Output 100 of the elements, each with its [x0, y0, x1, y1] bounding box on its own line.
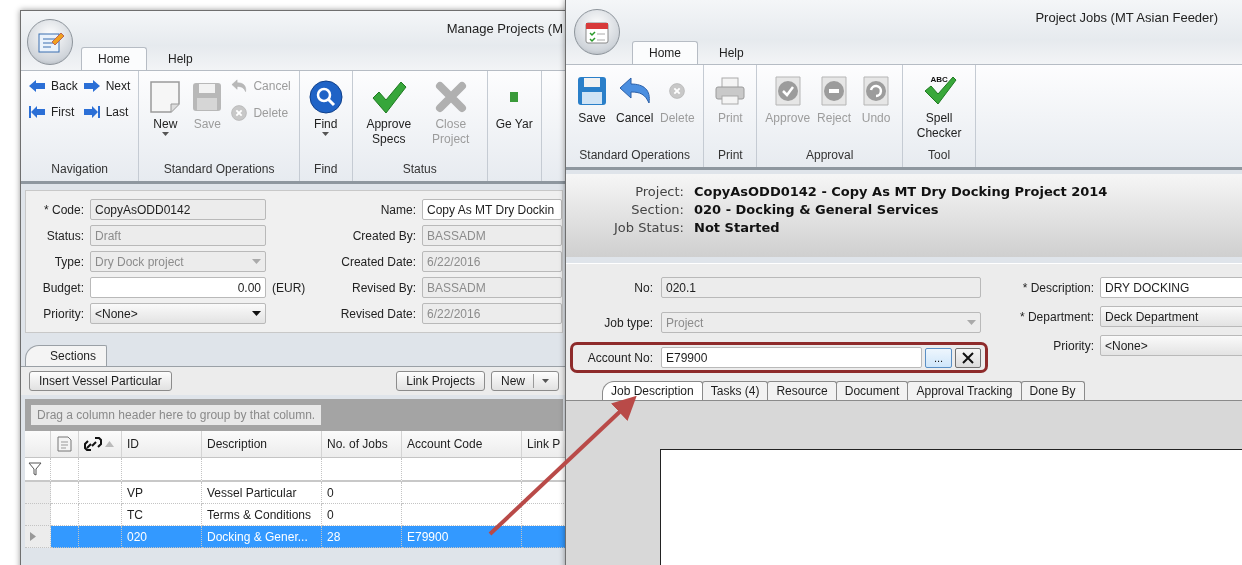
filter-cell[interactable] — [79, 458, 122, 482]
dropdown-field[interactable]: Deck Department — [1100, 306, 1242, 327]
field-label: Name: — [379, 202, 416, 217]
info-value: CopyAsODD0142 - Copy As MT Dry Docking Project 2014 — [694, 184, 1109, 199]
field-label: * Description: — [1021, 280, 1094, 295]
filter-cell[interactable] — [51, 458, 79, 482]
detail-tab[interactable]: Approval Tracking — [907, 381, 1022, 400]
ribbon-tab[interactable]: Home — [632, 41, 698, 64]
info-label: Job Status: — [612, 220, 684, 235]
table-cell[interactable]: TC — [122, 504, 202, 526]
column-header[interactable]: Link P — [522, 431, 567, 458]
circle-x-icon — [669, 83, 686, 99]
ribbon-button[interactable]: ABC Spell Checker — [911, 71, 968, 141]
detail-tab[interactable]: Resource — [767, 381, 837, 400]
input-field: Draft — [90, 225, 266, 246]
detail-tab[interactable]: Done By — [1020, 381, 1085, 400]
group-label: Find — [313, 161, 339, 178]
ribbon-button[interactable]: Next — [83, 79, 131, 93]
filter-cell[interactable] — [25, 458, 51, 482]
ribbon-button[interactable]: First — [29, 105, 78, 119]
ribbon-button[interactable]: Last — [83, 105, 131, 119]
ribbon-button[interactable]: Approve Specs — [360, 77, 417, 147]
dropdown-arrow-icon — [252, 259, 261, 264]
field-label: Status: — [45, 228, 84, 243]
browse-button[interactable]: ... — [924, 347, 953, 368]
detail-tab[interactable]: Job Description — [602, 381, 703, 400]
table-cell[interactable]: Vessel Particular — [202, 482, 322, 504]
circle-x-icon — [231, 105, 248, 121]
sections-tab[interactable]: Sections — [25, 345, 108, 366]
group-label: Approval — [805, 147, 855, 164]
arrow-right-icon — [83, 80, 100, 92]
ribbon-tab[interactable]: Home — [81, 47, 147, 70]
table-cell[interactable]: 0 — [322, 504, 402, 526]
clear-button[interactable] — [955, 347, 981, 368]
field-label: Priority: — [42, 306, 84, 321]
ribbon-button[interactable]: Find — [307, 77, 344, 136]
dropdown-arrow-icon — [252, 311, 261, 316]
table-cell — [79, 482, 122, 504]
group-label: Standard Operations — [578, 147, 692, 164]
check-mark-icon — [370, 80, 407, 114]
field-label: Budget: — [41, 280, 84, 295]
field-label: Job type: — [603, 315, 653, 330]
detail-tab[interactable]: Tasks (4) — [701, 381, 769, 400]
header-cell[interactable] — [79, 431, 122, 458]
table-cell[interactable]: Terms & Conditions — [202, 504, 322, 526]
column-header[interactable]: No. of Jobs — [322, 431, 402, 458]
field-label: Created Date: — [340, 254, 416, 269]
input-field[interactable]: 0.00 — [90, 277, 266, 298]
group-by-hint: Drag a column header here to group by that column. — [31, 405, 322, 425]
field-label: Account No: — [586, 350, 653, 365]
table-cell[interactable]: VP — [122, 482, 202, 504]
header-cell[interactable] — [51, 431, 79, 458]
table-cell[interactable] — [402, 482, 522, 504]
table-cell[interactable] — [402, 504, 522, 526]
partial-icon — [510, 92, 519, 102]
ribbon-tab[interactable]: Help — [702, 41, 761, 64]
dropdown-field: Dry Dock project — [90, 251, 266, 272]
ribbon-button[interactable]: New — [147, 77, 184, 136]
input-field: BASSADM — [422, 225, 562, 246]
field-label: Revised Date: — [339, 306, 416, 321]
filter-cell[interactable] — [122, 458, 202, 482]
ribbon-button[interactable]: Cancel — [616, 71, 654, 126]
dropdown-field[interactable]: <None> — [1100, 335, 1242, 356]
input-field[interactable]: E79900 — [661, 347, 922, 368]
field-label: No: — [633, 280, 653, 295]
filter-cell[interactable] — [322, 458, 402, 482]
split-button[interactable]: New — [491, 371, 559, 391]
filter-cell[interactable] — [202, 458, 322, 482]
column-header[interactable]: Account Code — [402, 431, 522, 458]
input-field[interactable]: DRY DOCKING — [1100, 277, 1242, 298]
input-field[interactable]: Copy As MT Dry Dockin — [422, 199, 562, 220]
input-field: BASSADM — [422, 277, 562, 298]
detail-tab[interactable]: Document — [835, 381, 909, 400]
ribbon-button[interactable]: Back — [29, 79, 78, 93]
input-field: CopyAsODD0142 — [90, 199, 266, 220]
info-label: Project: — [634, 184, 684, 199]
column-header[interactable]: Description — [202, 431, 322, 458]
group-label: Tool — [927, 147, 952, 164]
field-label: * Department: — [1018, 309, 1094, 324]
input-field: 020.1 — [661, 277, 981, 298]
dropdown-field: Project — [661, 312, 981, 333]
table-cell — [522, 504, 567, 526]
ribbon-button[interactable]: Save — [574, 71, 610, 126]
caret-icon — [542, 379, 549, 383]
group-label: Navigation — [50, 161, 110, 178]
filter-cell[interactable] — [402, 458, 522, 482]
ribbon-tab[interactable]: Help — [151, 47, 210, 70]
table-cell[interactable]: 0 — [322, 482, 402, 504]
window-title: Manage Projects (M — [446, 21, 563, 36]
column-header[interactable]: ID — [122, 431, 202, 458]
field-label: * Code: — [42, 202, 84, 217]
dropdown-field[interactable]: <None> — [90, 303, 266, 324]
search-icon — [308, 80, 343, 114]
arrow-to-end-icon — [83, 106, 100, 118]
toolbar-button[interactable]: Insert Vessel Particular — [29, 371, 172, 391]
undo-arrow-icon — [231, 79, 248, 93]
ribbon-button[interactable]: Ge Yar — [495, 77, 533, 132]
toolbar-button[interactable]: Link Projects — [396, 371, 485, 391]
close-icon — [962, 351, 975, 364]
header-cell — [25, 431, 51, 458]
